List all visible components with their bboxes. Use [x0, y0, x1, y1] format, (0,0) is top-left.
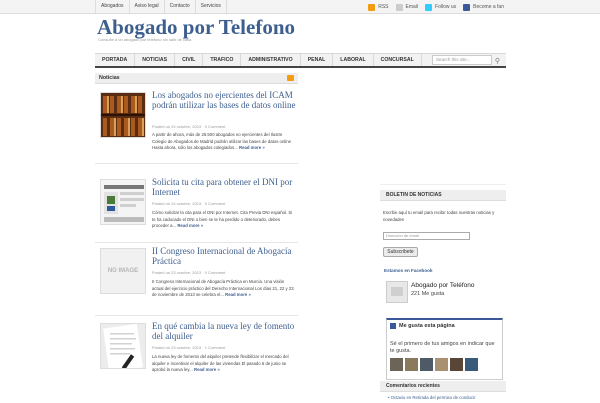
rss-link[interactable]: RSS [368, 3, 389, 11]
search-input[interactable]: Search this site... [432, 55, 492, 65]
post-thumbnail-dni[interactable] [100, 179, 146, 225]
rss-icon [368, 3, 376, 11]
facebook-page-box[interactable]: Abogado por Teléfono 221 Me gusta [386, 281, 501, 303]
post-thumbnail-books[interactable] [100, 92, 146, 138]
nav-penal[interactable]: PENAL [301, 54, 334, 66]
recent-comment-item[interactable]: • Octavio en Retirada del permiso de con… [388, 395, 476, 400]
post-excerpt: Cómo solicitar la cita para el DNI por I… [152, 210, 293, 229]
post-title[interactable]: Solicita tu cita para obtener el DNI por… [152, 177, 297, 197]
email-icon [395, 3, 403, 11]
post-3: NO IMAGE II Congreso Internacional de Ab… [95, 246, 298, 316]
nav-concursal[interactable]: CONCURSAL [374, 54, 422, 66]
post-meta: Posted on 24 octubre, 2013 · 0 Comment [152, 124, 226, 129]
twitter-link[interactable]: Follow us [425, 3, 456, 11]
newsletter-text: Escribe aquí tu email para recibir todas… [383, 210, 495, 222]
site-description: Consulte a un abogado por teléfono sin s… [98, 37, 192, 42]
read-more-link[interactable]: Read more » [225, 292, 251, 297]
content-area: Noticias Los abogados no ejercientes del… [95, 73, 298, 403]
read-more-link[interactable]: Read more » [177, 223, 203, 228]
rss-feed-icon[interactable] [287, 75, 294, 81]
document-image [101, 324, 145, 368]
avatar[interactable] [435, 358, 448, 371]
post-2: Solicita tu cita para obtener el DNI por… [95, 177, 298, 243]
bookshelf-image [101, 93, 145, 137]
post-meta: Posted on 24 octubre, 2013 · 0 Comment [152, 201, 226, 206]
top-bar: Abogados Aviso legal Contacto Servicios … [0, 0, 600, 14]
nav-administrativo[interactable]: ADMINISTRATIVO [241, 54, 301, 66]
subscribe-button[interactable]: Subscribete [383, 247, 418, 257]
search-icon[interactable]: ⚲ [493, 56, 502, 65]
post-excerpt: II Congreso Internacional de Abogacía Pr… [152, 279, 294, 298]
facebook-link[interactable]: Become a fan [463, 3, 504, 11]
facebook-like-text: Sé el primero de tus amigos en indicar q… [390, 341, 495, 354]
facebook-page-avatar [386, 281, 408, 303]
post-4: En qué cambia la nueva ley de fomento de… [95, 321, 298, 403]
post-meta: Posted on 23 octubre, 2013 · 1 Comment [152, 345, 226, 350]
email-input[interactable]: Dirección de email [383, 232, 470, 240]
recent-comments-header: Comentarios recientes [380, 381, 506, 392]
topnav-servicios[interactable]: Servicios [196, 0, 227, 14]
post-title[interactable]: Los abogados no ejercientes del ICAM pod… [152, 90, 297, 110]
post-thumbnail-placeholder[interactable]: NO IMAGE [100, 248, 146, 294]
avatar[interactable] [405, 358, 418, 371]
top-nav: Abogados Aviso legal Contacto Servicios [95, 0, 227, 14]
post-meta: Posted on 23 octubre, 2013 · 0 Comment [152, 270, 226, 275]
post-1: Los abogados no ejercientes del ICAM pod… [95, 90, 298, 164]
newsletter-header: BOLETIN DE NOTICIAS [380, 190, 506, 201]
post-title[interactable]: En qué cambia la nueva ley de fomento de… [152, 321, 297, 341]
ad-space [380, 73, 506, 185]
nav-portada[interactable]: PORTADA [95, 54, 136, 66]
avatar[interactable] [450, 358, 463, 371]
topnav-aviso-legal[interactable]: Aviso legal [130, 0, 165, 14]
facebook-likes-count: 221 Me gusta [411, 291, 445, 297]
read-more-link[interactable]: Read more » [194, 367, 220, 372]
post-thumbnail-document[interactable] [100, 323, 146, 369]
no-image-label: NO IMAGE [107, 268, 139, 274]
section-header: Noticias [95, 73, 298, 84]
social-links: RSS Email Follow us Become a fan [368, 0, 504, 14]
facebook-heading: Estamos en Facebook [384, 268, 433, 273]
post-excerpt: La nueva ley de fomento del alquiler pre… [152, 354, 289, 373]
right-sidebar: BOLETIN DE NOTICIAS Escribe aquí tu emai… [380, 73, 506, 403]
facebook-icon [390, 323, 396, 329]
dni-screenshot-image [101, 180, 145, 224]
twitter-icon [425, 3, 433, 11]
topnav-contacto[interactable]: Contacto [165, 0, 196, 14]
nav-trafico[interactable]: TRAFICO [203, 54, 242, 66]
facebook-like-title[interactable]: Me gusta esta página [390, 323, 455, 329]
topnav-abogados[interactable]: Abogados [95, 0, 130, 14]
nav-noticias[interactable]: NOTICIAS [135, 54, 176, 66]
email-link[interactable]: Email [395, 3, 418, 11]
avatar[interactable] [465, 358, 478, 371]
read-more-link[interactable]: Read more » [239, 145, 265, 150]
facebook-like-widget: Me gusta esta página Sé el primero de tu… [386, 318, 503, 380]
avatar[interactable] [390, 358, 403, 371]
nav-laboral[interactable]: LABORAL [333, 54, 374, 66]
nav-civil[interactable]: CIVIL [175, 54, 204, 66]
post-title[interactable]: II Congreso Internacional de Abogacía Pr… [152, 246, 297, 266]
post-excerpt: A partir de ahora, más de 26.500 abogado… [152, 132, 292, 151]
avatar[interactable] [420, 358, 433, 371]
facebook-friend-faces [390, 358, 478, 371]
facebook-icon [463, 3, 471, 11]
facebook-page-name[interactable]: Abogado por Teléfono [411, 282, 475, 289]
